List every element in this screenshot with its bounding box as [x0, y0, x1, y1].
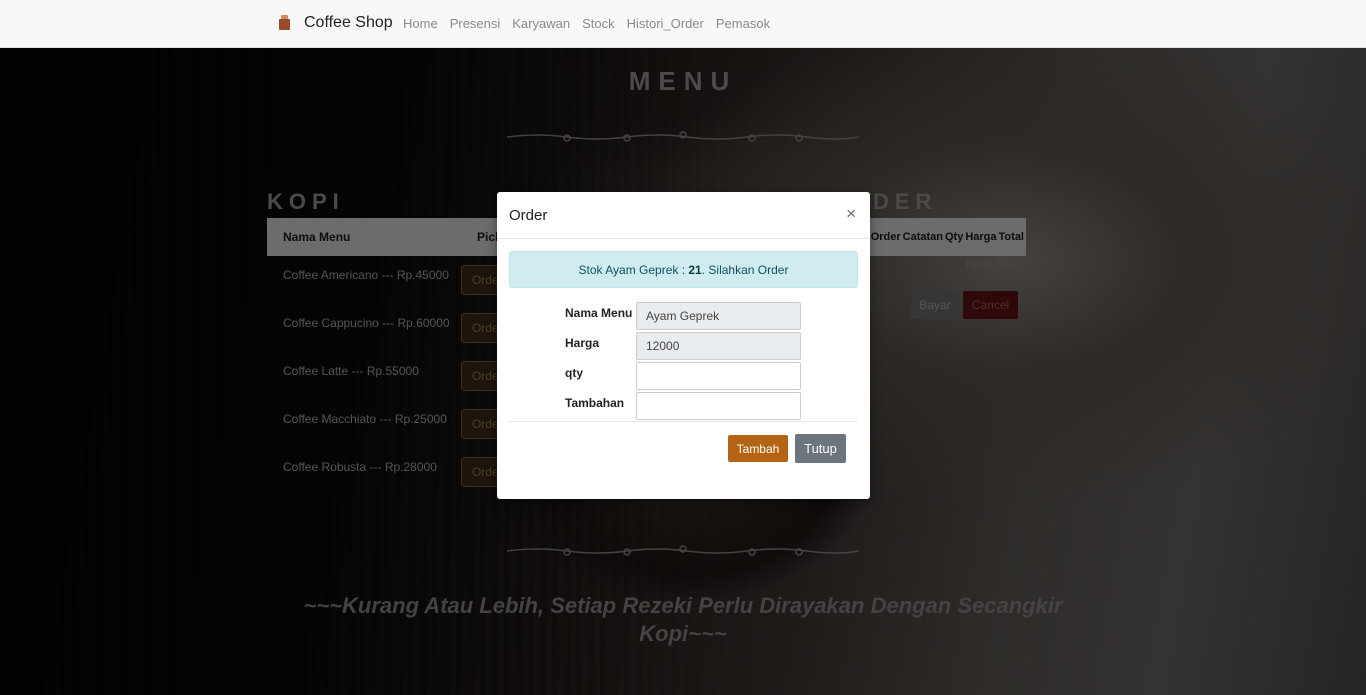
close-icon[interactable]: ×: [846, 205, 856, 223]
nav-pemasok[interactable]: Pemasok: [716, 16, 770, 31]
modal-header: Order ×: [497, 192, 870, 239]
nama-menu-field: [636, 302, 801, 330]
qty-label: qty: [565, 366, 583, 380]
alert-suffix: . Silahkan Order: [701, 263, 789, 277]
tambah-button[interactable]: Tambah: [728, 435, 788, 462]
alert-prefix: Stok Ayam Geprek :: [578, 263, 689, 277]
brand[interactable]: Coffee Shop: [278, 14, 393, 32]
modal-title: Order: [509, 207, 548, 224]
stock-alert: Stok Ayam Geprek : 21. Silahkan Order: [509, 251, 858, 288]
order-modal: Order × Stok Ayam Geprek : 21. Silahkan …: [497, 192, 870, 499]
harga-label: Harga: [565, 336, 600, 350]
tutup-button[interactable]: Tutup: [795, 434, 846, 463]
form-row-nama-menu: Nama Menu: [565, 302, 805, 330]
form-row-tambahan: Tambahan: [565, 392, 805, 420]
nav-stock[interactable]: Stock: [582, 16, 615, 31]
nav-presensi[interactable]: Presensi: [450, 16, 501, 31]
brand-name: Coffee Shop: [304, 14, 393, 31]
form-row-qty: qty: [565, 362, 805, 390]
nav-histori-order[interactable]: Histori_Order: [627, 16, 704, 31]
navbar: Coffee Shop Home Presensi Karyawan Stock…: [0, 0, 1366, 48]
form-row-harga: Harga: [565, 332, 805, 360]
coffee-logo-icon: [278, 15, 294, 31]
qty-field[interactable]: [636, 362, 801, 390]
nav-karyawan[interactable]: Karyawan: [512, 16, 570, 31]
modal-divider: [509, 421, 858, 422]
alert-stock-count: 21: [688, 263, 702, 277]
harga-field: [636, 332, 801, 360]
nav-home[interactable]: Home: [403, 16, 438, 31]
tambahan-label: Tambahan: [565, 396, 625, 410]
nav-links: Home Presensi Karyawan Stock Histori_Ord…: [403, 16, 770, 31]
tambahan-field[interactable]: [636, 392, 801, 420]
nama-menu-label: Nama Menu: [565, 306, 633, 320]
